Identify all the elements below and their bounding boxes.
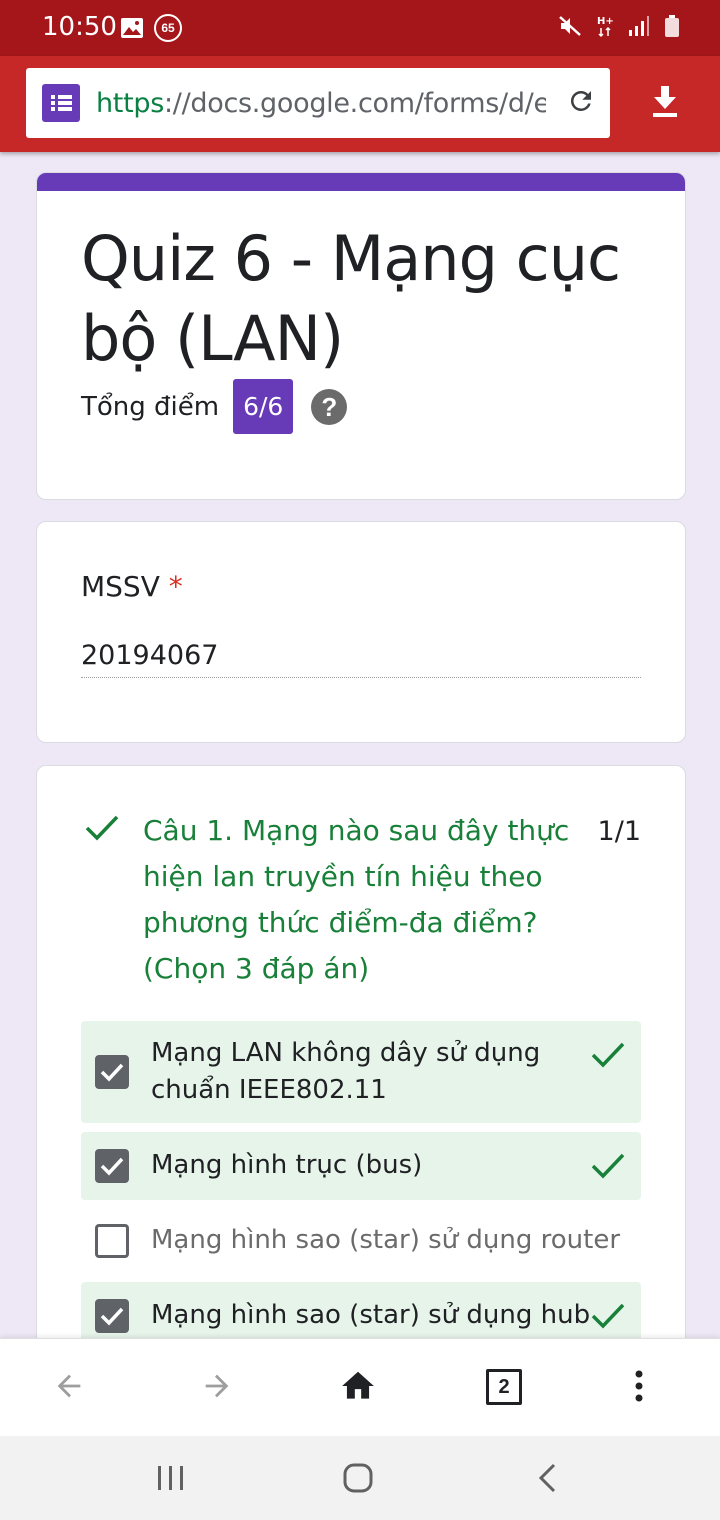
option-item: Mạng LAN không dây sử dụng chuẩn IEEE802… <box>81 1021 641 1123</box>
checkbox-checked <box>95 1299 129 1333</box>
url-text[interactable]: https://docs.google.com/forms/d/e/ <box>96 88 546 119</box>
title-accent-bar <box>37 173 685 191</box>
check-icon <box>591 1303 625 1329</box>
option-label: Mạng LAN không dây sử dụng chuẩn IEEE802… <box>151 1038 541 1105</box>
option-item: Mạng hình trục (bus) <box>81 1132 641 1200</box>
forms-icon <box>42 84 80 122</box>
battery-icon <box>665 15 679 37</box>
total-score-label: Tổng điểm <box>81 391 220 422</box>
svg-text:H+: H+ <box>597 16 614 27</box>
status-bar: 10:50 65 H+ <box>0 0 720 56</box>
check-icon <box>591 1042 625 1068</box>
hplus-icon: H+ <box>597 16 614 38</box>
option-label: Mạng hình sao (star) sử dụng router <box>151 1225 621 1255</box>
mssv-label-text: MSSV <box>81 570 160 603</box>
system-back-icon[interactable] <box>536 1462 558 1494</box>
home-icon[interactable] <box>339 1367 377 1405</box>
option-label: Mạng hình trục (bus) <box>151 1150 423 1180</box>
tab-switcher-button[interactable]: 2 <box>486 1369 522 1405</box>
question-text: Câu 1. Mạng nào sau đây thực hiện lan tr… <box>143 814 570 985</box>
browser-toolbar: https://docs.google.com/forms/d/e/ <box>0 56 720 152</box>
score-row: Tổng điểm 6/6 ? <box>81 379 348 434</box>
browser-bottom-bar: 2 <box>0 1338 720 1437</box>
forward-arrow-icon[interactable] <box>200 1369 234 1403</box>
url-bar[interactable]: https://docs.google.com/forms/d/e/ <box>26 68 610 138</box>
score-badge: 6/6 <box>233 379 294 434</box>
option-label: Mạng hình sao (star) sử dụng hub <box>151 1300 591 1330</box>
checkbox-unchecked <box>95 1224 129 1258</box>
signal-icon <box>629 16 649 36</box>
status-time: 10:50 <box>42 12 117 42</box>
required-mark: * <box>168 570 183 603</box>
option-item: Mạng hình sao (star) sử dụng router <box>81 1208 641 1274</box>
recents-icon[interactable] <box>156 1464 186 1492</box>
image-icon <box>121 18 143 38</box>
help-icon[interactable]: ? <box>311 388 348 425</box>
notification-badge: 65 <box>154 14 182 42</box>
back-arrow-icon[interactable] <box>52 1369 86 1403</box>
mssv-label: MSSV * <box>81 570 183 603</box>
check-icon <box>85 815 119 841</box>
checkbox-checked <box>95 1149 129 1183</box>
checkbox-checked <box>95 1055 129 1089</box>
page-title: Quiz 6 - Mạng cục bộ (LAN) <box>81 222 621 375</box>
mssv-card: MSSV * 20194067 <box>36 521 686 743</box>
mssv-field: 20194067 <box>81 640 641 678</box>
question-score: 1/1 <box>597 816 641 847</box>
home-circle-icon[interactable] <box>342 1462 374 1494</box>
form-header-card: Quiz 6 - Mạng cục bộ (LAN) Tổng điểm 6/6… <box>36 172 686 500</box>
more-icon[interactable] <box>633 1369 645 1403</box>
reload-icon[interactable] <box>566 86 596 116</box>
system-nav-bar <box>0 1436 720 1520</box>
check-icon <box>591 1153 625 1179</box>
url-path: ://docs.google.com/forms/d/e/ <box>164 87 546 119</box>
mute-icon <box>559 16 581 36</box>
download-icon[interactable] <box>650 84 680 118</box>
url-scheme: https <box>96 87 164 119</box>
